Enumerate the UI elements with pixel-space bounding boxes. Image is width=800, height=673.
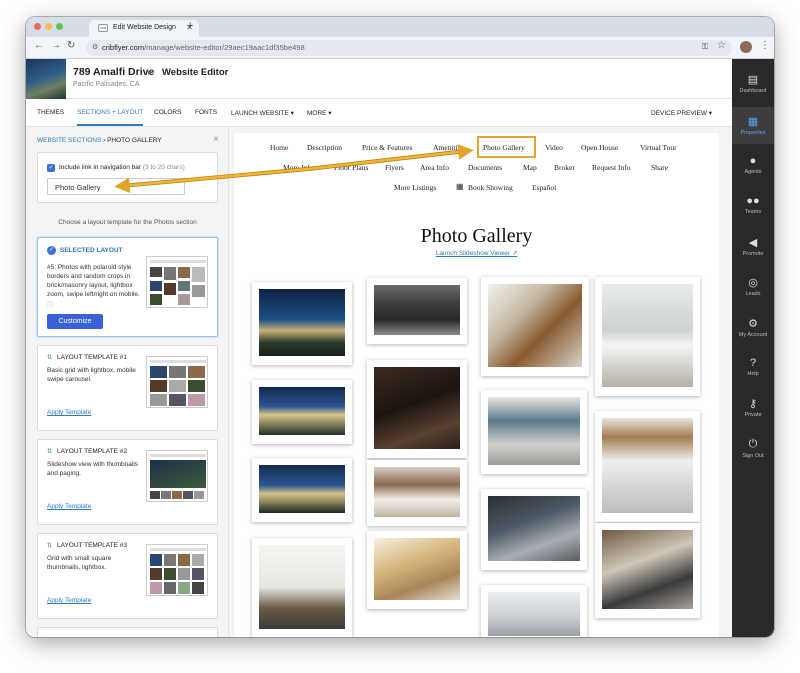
zoom-window-button[interactable] (56, 23, 63, 30)
reload-icon[interactable]: ↻ (67, 40, 75, 51)
bookmark-star-icon[interactable]: ☆ (717, 40, 726, 51)
arrow-right-line (307, 144, 474, 171)
browser-window: CFB Edit Website Design ✕ + ← → ↻ ⚙ crib… (26, 17, 774, 637)
url-bar: ← → ↻ ⚙ cribflyer.com/manage/website-edi… (26, 37, 774, 59)
browser-menu-icon[interactable]: ⋮ (760, 40, 770, 51)
annotation-arrow (114, 144, 474, 194)
browser-tab-bar: CFB Edit Website Design ✕ + (26, 17, 774, 37)
forward-icon[interactable]: → (51, 40, 61, 51)
url-domain: cribflyer.com (102, 43, 145, 52)
minimize-window-button[interactable] (45, 23, 52, 30)
key-icon[interactable]: ⚿ (702, 42, 708, 52)
close-window-button[interactable] (34, 23, 41, 30)
profile-avatar[interactable] (740, 41, 752, 53)
browser-tab[interactable]: CFB Edit Website Design ✕ (89, 20, 199, 37)
new-tab-button[interactable]: + (187, 20, 193, 32)
address-input[interactable]: ⚙ cribflyer.com/manage/website-editor/29… (86, 40, 732, 56)
site-info-icon[interactable]: ⚙ (92, 43, 98, 51)
back-icon[interactable]: ← (34, 40, 44, 51)
url-path: /manage/website-editor/29aec19aac1df35be… (144, 43, 305, 52)
app: 789 Amalfi Drive Pacific Palisades, CA ▸… (26, 59, 774, 637)
favicon-icon: CFB (98, 24, 108, 32)
arrow-left-line (114, 167, 309, 194)
tab-title: Edit Website Design (113, 24, 176, 31)
